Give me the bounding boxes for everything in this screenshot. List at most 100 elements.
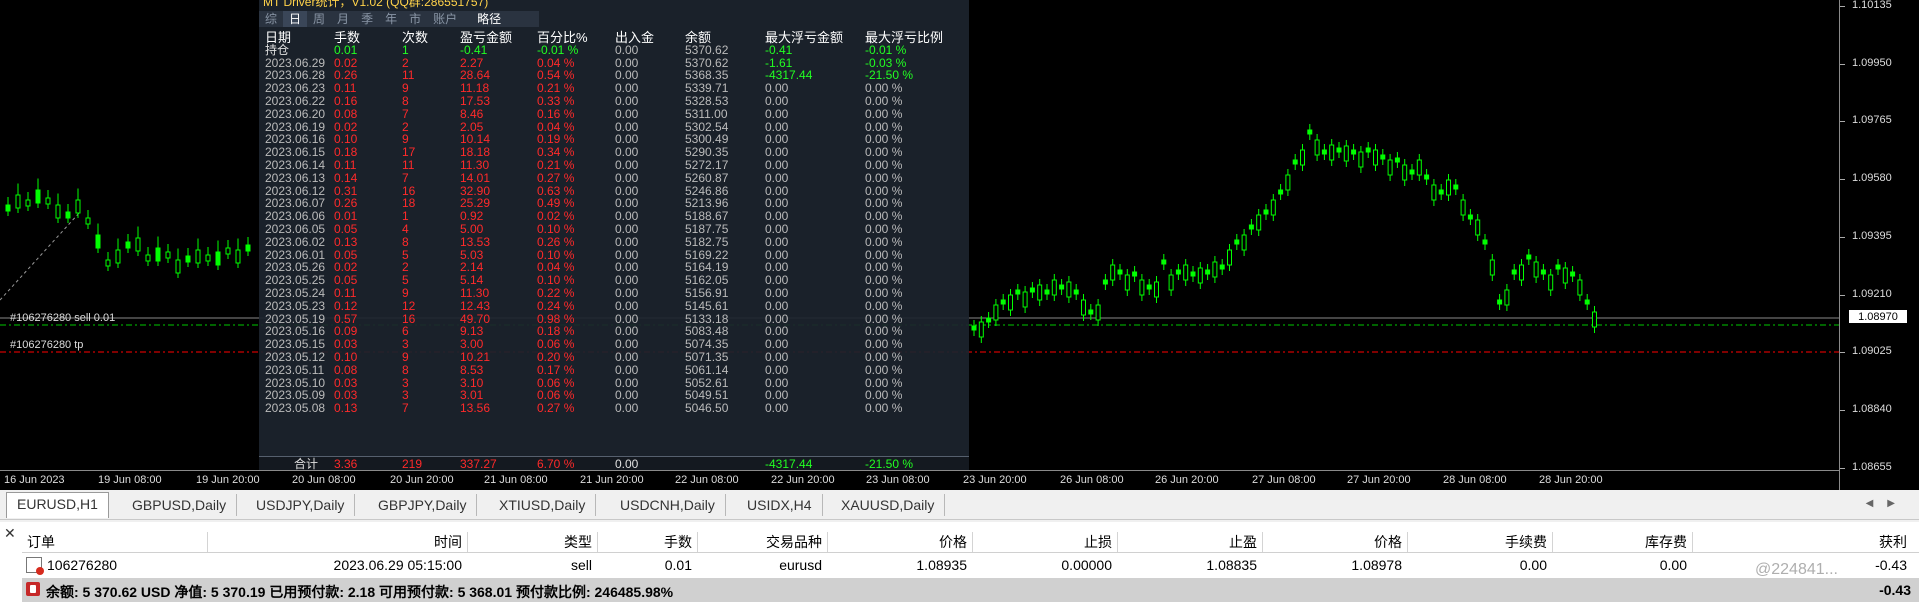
symbol-tab[interactable]: EURUSD,H1	[6, 492, 109, 518]
column-separator[interactable]	[467, 532, 468, 552]
time-tick-label: 21 Jun 08:00	[484, 474, 548, 486]
price-tick-label: 1.09765	[1840, 114, 1892, 126]
symbol-tab[interactable]: GBPJPY,Daily	[368, 494, 478, 516]
candle-body	[1482, 239, 1488, 245]
column-separator[interactable]	[1692, 532, 1693, 552]
stats-cell-lots: 0.08	[334, 106, 358, 121]
terminal-header-cell[interactable]: 止盈	[1229, 532, 1257, 552]
symbol-tab[interactable]: USIDX,H4	[737, 494, 823, 516]
terminal-header-cell[interactable]: 时间	[434, 532, 462, 552]
candle-body	[1504, 289, 1510, 306]
candle-body	[1285, 174, 1291, 191]
terminal-header-cell[interactable]: 止损	[1084, 532, 1112, 552]
stats-tab[interactable]: 月	[331, 11, 355, 27]
candle-body	[1190, 271, 1196, 277]
symbol-tab[interactable]: XAUUSD,Daily	[831, 494, 946, 516]
stats-cell-deposit: 0.00	[615, 170, 639, 185]
time-tick-label: 23 Jun 20:00	[963, 474, 1027, 486]
symbol-tab[interactable]: USDJPY,Daily	[246, 494, 356, 516]
stats-cell-pnl: 10.21	[460, 349, 491, 364]
stats-tab[interactable]: 季	[355, 11, 379, 27]
stats-cell-date: 2023.06.05	[265, 221, 326, 236]
column-separator[interactable]	[697, 532, 698, 552]
price-tick-text: 1.09950	[1852, 56, 1892, 69]
stats-tab[interactable]: 综	[259, 11, 283, 27]
stats-tab[interactable]: 日	[283, 11, 308, 27]
stats-cell-deposit: 0.00	[615, 362, 639, 377]
table-row[interactable]: 106276280 2023.06.29 05:15:00 sell 0.01 euru…	[22, 553, 1919, 577]
candle-body	[1343, 145, 1349, 162]
price-tick-text: 1.09395	[1852, 229, 1892, 242]
order-cell-swap: 0.00	[1659, 557, 1687, 573]
symbol-tab[interactable]: USDCNH,Daily	[610, 494, 726, 516]
tab-scroll-arrows[interactable]: ◀▶	[1866, 498, 1909, 509]
order-cell-lots: 0.01	[664, 557, 692, 573]
time-tick-label: 28 Jun 20:00	[1539, 474, 1603, 486]
candle-body	[1051, 279, 1057, 296]
total-max-float: -4317.44	[765, 457, 813, 470]
price-tick-text: 1.09210	[1852, 287, 1892, 300]
stats-cell-max-float: 0.00	[765, 234, 789, 249]
stats-cell-pct: 0.22 %	[537, 285, 575, 300]
stats-cell-pnl: 8.53	[460, 362, 484, 377]
price-tick-label: 1.08655	[1840, 461, 1892, 473]
time-tick-label: 28 Jun 08:00	[1443, 474, 1507, 486]
symbol-tab[interactable]: GBPUSD,Daily	[122, 494, 238, 516]
stats-cell-pct: 0.24 %	[537, 298, 575, 313]
symbol-tab[interactable]: XTIUSD,Daily	[489, 494, 597, 516]
stats-tab[interactable]: 年	[379, 11, 403, 27]
terminal-header-cell[interactable]: 订单	[27, 532, 55, 552]
terminal-header-cell[interactable]: 价格	[1374, 532, 1402, 552]
candle-body	[55, 204, 61, 219]
stats-cell-pct: 0.27 %	[537, 401, 575, 416]
candle-body	[65, 211, 71, 219]
candle-body	[145, 254, 151, 262]
candle-body	[1059, 284, 1065, 290]
column-separator[interactable]	[1552, 532, 1553, 552]
candle-body	[1307, 129, 1313, 135]
account-summary-text: 余额: 5 370.62 USD 净值: 5 370.19 已用预付款: 2.1…	[46, 584, 674, 600]
candle-body	[185, 255, 191, 263]
terminal-header-cell[interactable]: 交易品种	[766, 532, 822, 552]
stats-cell-count: 7	[402, 401, 409, 416]
column-separator[interactable]	[972, 532, 973, 552]
stats-cell-balance: 5182.75	[685, 234, 729, 249]
candle-body	[1592, 311, 1597, 328]
close-icon[interactable]: ✕	[4, 525, 16, 542]
terminal-header: 订单 时间 类型 手数 交易品种 价格 止损 止盈 价格 手续费 库存费 获利	[22, 528, 1919, 553]
terminal-header-cell[interactable]: 价格	[939, 532, 967, 552]
candle-body	[1146, 284, 1152, 290]
price-tick-text: 1.09580	[1852, 172, 1892, 185]
terminal-header-cell[interactable]: 类型	[564, 532, 592, 552]
column-separator[interactable]	[1117, 532, 1118, 552]
column-separator[interactable]	[1262, 532, 1263, 552]
terminal-header-cell[interactable]: 手数	[664, 532, 692, 552]
candle-body	[235, 249, 241, 264]
candle-body	[1373, 149, 1378, 166]
column-separator[interactable]	[207, 532, 208, 552]
stats-cell-count: 9	[402, 285, 409, 300]
terminal-header-cell[interactable]: 库存费	[1645, 532, 1687, 552]
candle-body	[1416, 159, 1422, 176]
time-axis[interactable]: 16 Jun 2023 19 Jun 08:00 19 Jun 20:00 20 Ju…	[0, 470, 1839, 490]
candle-body	[1409, 169, 1415, 175]
terminal-header-cell[interactable]: 手续费	[1505, 532, 1547, 552]
column-separator[interactable]	[827, 532, 828, 552]
price-chart[interactable]: #106276280 sell 0.01 #106276280 tp 1.101…	[0, 0, 1919, 490]
stats-tab[interactable]: 账户	[427, 11, 463, 27]
stats-tab[interactable]: 市	[403, 11, 427, 27]
terminal-header-cell[interactable]: 获利	[1879, 532, 1907, 552]
stats-cell-pnl: 8.46	[460, 106, 484, 121]
candle-body	[195, 249, 201, 264]
stats-tab[interactable]: 周	[307, 11, 331, 27]
price-scale[interactable]: 1.10135 1.09950 1.09765 1.09580 1.09395 1.092…	[1839, 0, 1919, 490]
column-separator[interactable]	[1407, 532, 1408, 552]
stats-cell-max-float: 0.00	[765, 221, 789, 236]
stats-mode-toggle[interactable]: 略径	[463, 11, 507, 27]
stats-cell-max-float: 0.00	[765, 285, 789, 300]
order-cell-profit: -0.43	[1875, 557, 1907, 573]
total-pct: 6.70 %	[537, 457, 575, 470]
stats-cell-lots: 0.05	[334, 221, 358, 236]
price-tick-text: 1.09765	[1852, 114, 1892, 127]
column-separator[interactable]	[597, 532, 598, 552]
